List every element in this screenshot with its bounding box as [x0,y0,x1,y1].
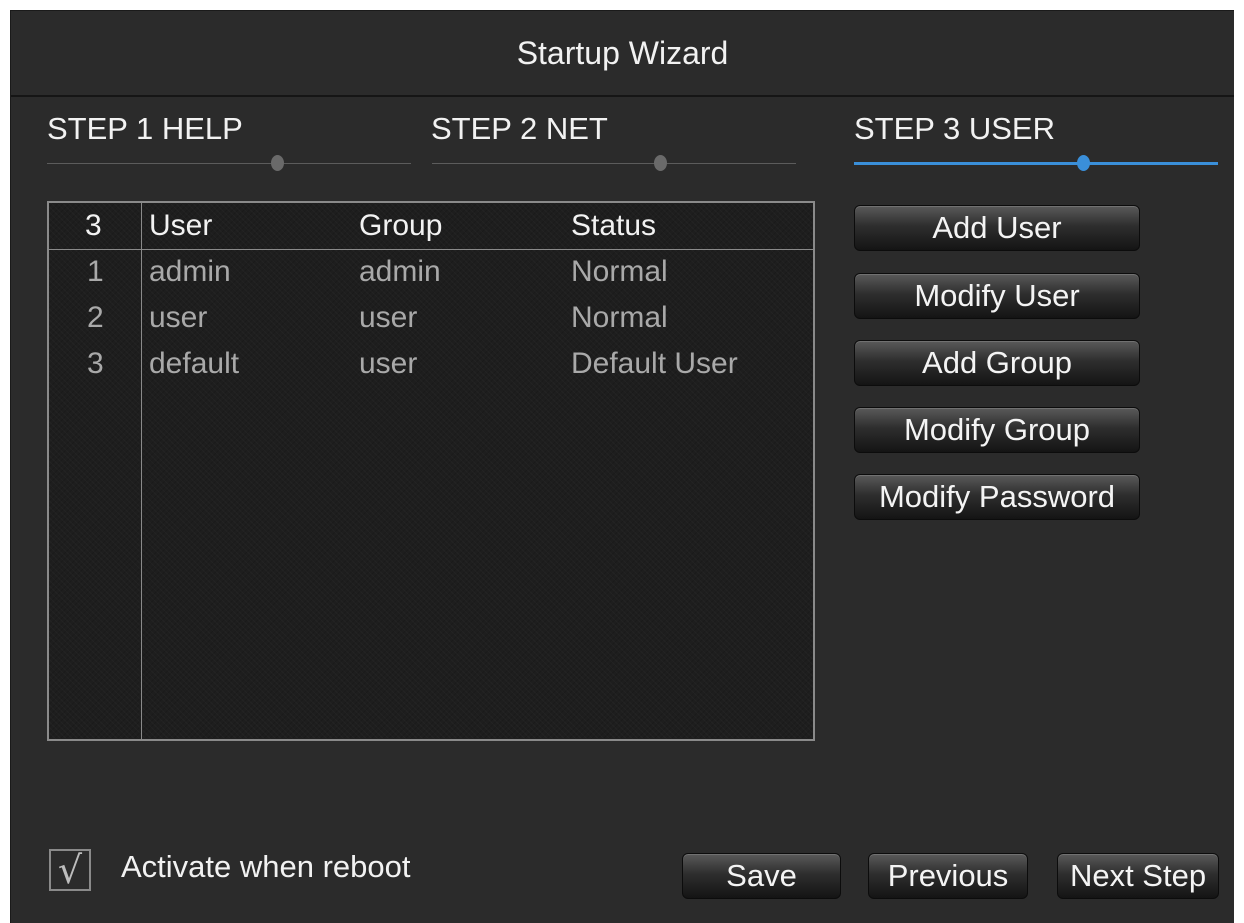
row-status: Default User [571,347,738,380]
step-3-label: STEP 3 USER [854,111,1056,146]
index-column-divider [141,203,142,739]
next-step-button[interactable]: Next Step [1057,853,1219,899]
add-user-button[interactable]: Add User [854,205,1140,251]
previous-button[interactable]: Previous [868,853,1028,899]
step-1-label: STEP 1 HELP [47,111,243,146]
step-2-label: STEP 2 NET [431,111,608,146]
window-title: Startup Wizard [11,11,1234,97]
modify-password-button[interactable]: Modify Password [854,474,1140,520]
user-table[interactable]: 3 User Group Status 1 admin admin Normal… [47,201,815,741]
step-1-dot [271,155,284,171]
activate-when-reboot-checkbox[interactable]: √ [49,849,91,891]
step-2-track [432,163,796,164]
header-count: 3 [85,209,102,242]
modify-user-button[interactable]: Modify User [854,273,1140,319]
add-group-button[interactable]: Add Group [854,340,1140,386]
step-3-dot [1077,155,1090,171]
row-index: 2 [87,301,104,334]
row-user: admin [149,255,231,288]
save-button[interactable]: Save [682,853,841,899]
header-user[interactable]: User [149,209,212,243]
step-3-track [854,162,1218,165]
header-group[interactable]: Group [359,209,442,243]
startup-wizard-window: Startup Wizard STEP 1 HELP STEP 2 NET ST… [10,10,1234,923]
row-index: 1 [87,255,104,288]
row-user: default [149,347,240,380]
row-group: user [359,347,418,380]
activate-when-reboot-label: Activate when reboot [121,849,411,884]
row-user: user [149,301,208,334]
row-status: Normal [571,301,668,334]
step-1-track [47,163,411,164]
header-status[interactable]: Status [571,209,656,243]
step-2-dot [654,155,667,171]
header-divider [49,249,813,250]
row-index: 3 [87,347,104,380]
modify-group-button[interactable]: Modify Group [854,407,1140,453]
row-status: Normal [571,255,668,288]
row-group: user [359,301,418,334]
row-group: admin [359,255,441,288]
